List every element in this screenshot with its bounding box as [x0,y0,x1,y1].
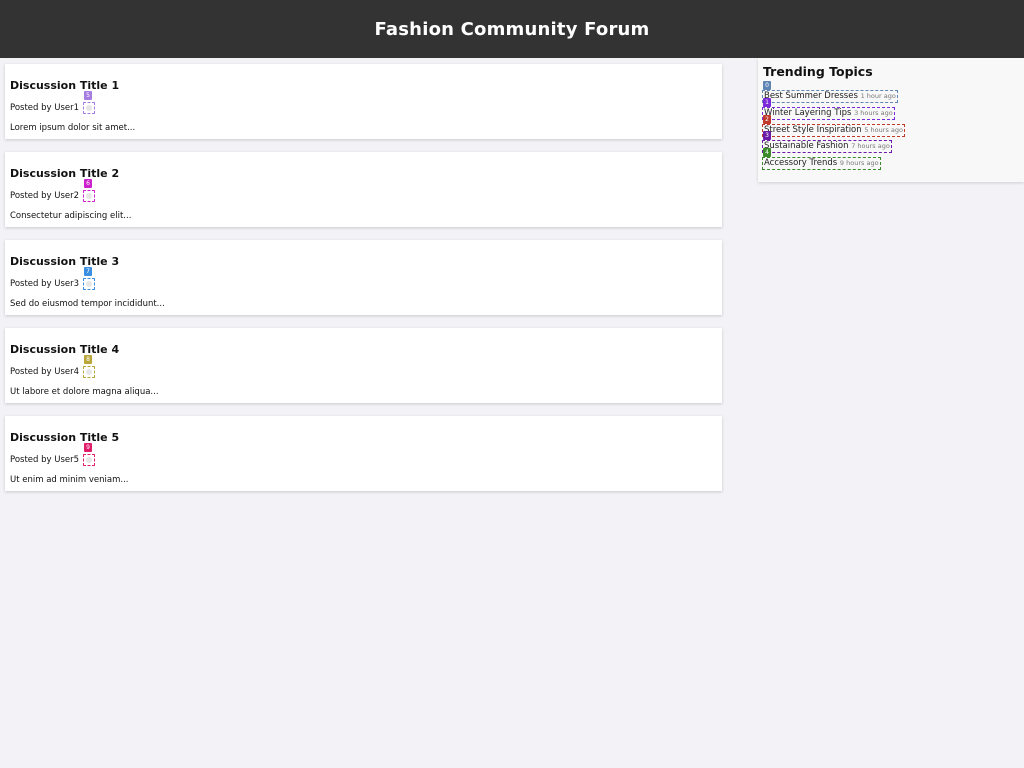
avatar[interactable]: 5 [83,91,96,114]
topic-label: Best Summer Dresses [764,91,858,101]
discussion-list: Discussion Title 1 Posted by User1 5 Lor… [5,64,722,504]
discussion-author: Posted by User5 [10,455,80,465]
discussion-card[interactable]: Discussion Title 3 Posted by User3 7 Sed… [5,240,722,315]
discussion-meta: Posted by User2 6 [10,179,96,202]
discussion-title[interactable]: Discussion Title 1 [10,79,119,92]
topic-time: 1 hour ago [860,92,896,100]
discussion-excerpt: Lorem ipsum dolor sit amet... [10,123,136,133]
discussion-title[interactable]: Discussion Title 2 [10,167,119,180]
element-index-badge: 8 [84,355,93,364]
discussion-title[interactable]: Discussion Title 5 [10,431,119,444]
discussion-author: Posted by User3 [10,279,80,289]
discussion-author: Posted by User4 [10,367,80,377]
trending-topic-link[interactable]: 3 Sustainable Fashion 7 hours ago [762,131,892,153]
element-index-badge: 4 [763,148,771,157]
avatar-icon [83,102,96,114]
trending-sidebar: Trending Topics 0 Best Summer Dresses 1 … [758,58,1024,182]
discussion-card[interactable]: Discussion Title 5 Posted by User5 9 Ut … [5,416,722,491]
discussion-meta: Posted by User4 8 [10,355,96,378]
sidebar-title: Trending Topics [763,64,873,79]
element-index-badge: 2 [763,115,771,124]
topic-label: Sustainable Fashion [764,141,849,151]
trending-topic-link[interactable]: 0 Best Summer Dresses 1 hour ago [762,81,898,103]
avatar[interactable]: 6 [83,179,96,202]
page-title: Fashion Community Forum [374,18,650,40]
discussion-author: Posted by User1 [10,103,80,113]
topic-label: Street Style Inspiration [764,125,862,135]
avatar[interactable]: 9 [83,443,96,466]
discussion-author: Posted by User2 [10,191,80,201]
trending-topic-link[interactable]: 4 Accessory Trends 9 hours ago [762,148,881,170]
element-index-badge: 6 [84,179,93,188]
topic-label: Accessory Trends [764,158,838,168]
site-header: Fashion Community Forum [0,0,1024,58]
discussion-title[interactable]: Discussion Title 4 [10,343,119,356]
discussion-card[interactable]: Discussion Title 4 Posted by User4 8 Ut … [5,328,722,403]
topic-time: 7 hours ago [851,142,890,150]
discussion-title[interactable]: Discussion Title 3 [10,255,119,268]
topic-time: 9 hours ago [839,159,879,167]
avatar[interactable]: 8 [83,355,96,378]
discussion-card[interactable]: Discussion Title 2 Posted by User2 6 Con… [5,152,722,227]
avatar-icon [83,278,96,290]
topic-time: 5 hours ago [864,126,903,134]
discussion-excerpt: Sed do eiusmod tempor incididunt... [10,299,165,309]
discussion-meta: Posted by User1 5 [10,91,96,114]
element-index-badge: 7 [84,267,93,276]
element-index-badge: 9 [84,443,93,452]
discussion-card[interactable]: Discussion Title 1 Posted by User1 5 Lor… [5,64,722,139]
element-index-badge: 1 [763,98,771,107]
discussion-excerpt: Ut enim ad minim veniam... [10,475,129,485]
topic-label: Winter Layering Tips [764,108,852,118]
avatar-icon [83,454,96,466]
discussion-excerpt: Ut labore et dolore magna aliqua... [10,387,159,397]
discussion-excerpt: Consectetur adipiscing elit... [10,211,132,221]
element-index-badge: 3 [763,131,771,140]
element-index-badge: 5 [84,91,93,100]
avatar[interactable]: 7 [83,267,96,290]
avatar-icon [83,366,96,378]
discussion-meta: Posted by User3 7 [10,267,96,290]
trending-topic-link[interactable]: 2 Street Style Inspiration 5 hours ago [762,115,905,137]
element-index-badge: 0 [763,81,771,90]
topic-time: 3 hours ago [854,109,893,117]
discussion-meta: Posted by User5 9 [10,443,96,466]
trending-topic-link[interactable]: 1 Winter Layering Tips 3 hours ago [762,98,895,120]
avatar-icon [83,190,96,202]
